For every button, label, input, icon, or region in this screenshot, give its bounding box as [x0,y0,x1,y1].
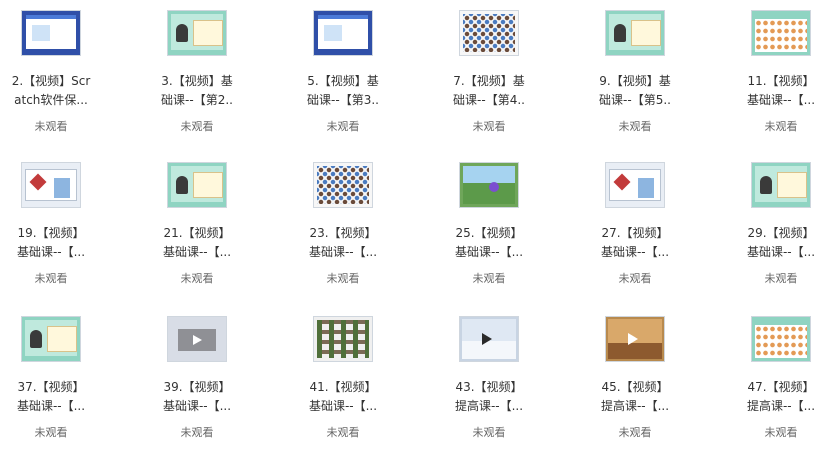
watch-status: 未观看 [764,120,798,133]
video-title[interactable]: 2.【视频】Scr atch软件保... [0,72,102,110]
video-card[interactable]: 9.【视频】基 础课--【第5.. 未观看 [584,0,704,140]
watch-status: 未观看 [34,272,68,285]
watch-status: 未观看 [472,272,506,285]
video-thumbnail[interactable] [167,162,227,208]
thumbnail-image [25,320,77,356]
video-thumbnail[interactable] [605,10,665,56]
video-thumbnail[interactable] [21,10,81,56]
watch-status: 未观看 [34,426,68,439]
thumbnail-image [608,319,662,359]
watch-status: 未观看 [472,120,506,133]
watch-status: 未观看 [326,272,360,285]
thumbnail-image [463,14,515,52]
thumbnail-image [317,166,369,204]
thumbnail-image [178,329,216,351]
thumbnail-image [171,166,223,202]
video-title[interactable]: 27.【视频】 基础课--【... [584,224,686,262]
video-card[interactable]: 23.【视频】 基础课--【... 未观看 [292,152,412,292]
thumbnail-image [171,14,223,50]
video-card[interactable]: 19.【视频】 基础课--【... 未观看 [0,152,120,292]
watch-status: 未观看 [618,120,652,133]
video-title[interactable]: 41.【视频】 基础课--【... [292,378,394,416]
watch-status: 未观看 [326,120,360,133]
thumbnail-image [317,320,369,358]
video-card[interactable]: 7.【视频】基 础课--【第4.. 未观看 [438,0,558,140]
thumbnail-image [755,19,807,52]
video-card[interactable]: 43.【视频】 提高课--【... 未观看 [438,306,558,446]
video-card[interactable]: 3.【视频】基 础课--【第2.. 未观看 [146,0,266,140]
video-card[interactable]: 5.【视频】基 础课--【第3.. 未观看 [292,0,412,140]
thumbnail-image [26,15,76,49]
thumbnail-image [462,319,516,359]
watch-status: 未观看 [764,272,798,285]
watch-status: 未观看 [618,426,652,439]
video-thumbnail[interactable] [313,10,373,56]
video-thumbnail[interactable] [459,162,519,208]
thumbnail-image [609,169,661,201]
video-thumbnail[interactable] [459,316,519,362]
video-card[interactable]: 27.【视频】 基础课--【... 未观看 [584,152,704,292]
watch-status: 未观看 [180,120,214,133]
video-card[interactable]: 45.【视频】 提高课--【... 未观看 [584,306,704,446]
video-title[interactable]: 21.【视频】 基础课--【... [146,224,248,262]
watch-status: 未观看 [764,426,798,439]
video-title[interactable]: 3.【视频】基 础课--【第2.. [146,72,248,110]
video-thumbnail[interactable] [605,162,665,208]
video-thumbnail[interactable] [605,316,665,362]
video-thumbnail[interactable] [313,162,373,208]
video-card[interactable]: 21.【视频】 基础课--【... 未观看 [146,152,266,292]
video-thumbnail[interactable] [751,162,811,208]
video-thumbnail[interactable] [313,316,373,362]
video-title[interactable]: 19.【视频】 基础课--【... [0,224,102,262]
thumbnail-image [755,166,807,202]
video-card[interactable]: 37.【视频】 基础课--【... 未观看 [0,306,120,446]
video-card[interactable]: 25.【视频】 基础课--【... 未观看 [438,152,558,292]
watch-status: 未观看 [326,426,360,439]
video-title[interactable]: 39.【视频】 基础课--【... [146,378,248,416]
video-grid: 2.【视频】Scr atch软件保... 未观看 3.【视频】基 础课--【第2..… [0,0,823,459]
video-title[interactable]: 37.【视频】 基础课--【... [0,378,102,416]
video-thumbnail[interactable] [21,316,81,362]
watch-status: 未观看 [34,120,68,133]
video-card[interactable]: 41.【视频】 基础课--【... 未观看 [292,306,412,446]
video-thumbnail[interactable] [167,316,227,362]
thumbnail-image [25,169,77,201]
video-title[interactable]: 29.【视频】 基础课--【... [730,224,823,262]
video-card[interactable]: 47.【视频】 提高课--【... 未观看 [730,306,823,446]
video-title[interactable]: 23.【视频】 基础课--【... [292,224,394,262]
watch-status: 未观看 [472,426,506,439]
video-card[interactable]: 11.【视频】 基础课--【... 未观看 [730,0,823,140]
video-thumbnail[interactable] [751,10,811,56]
video-title[interactable]: 43.【视频】 提高课--【... [438,378,540,416]
video-card[interactable]: 2.【视频】Scr atch软件保... 未观看 [0,0,120,140]
watch-status: 未观看 [618,272,652,285]
video-thumbnail[interactable] [751,316,811,362]
video-thumbnail[interactable] [459,10,519,56]
video-title[interactable]: 9.【视频】基 础课--【第5.. [584,72,686,110]
video-thumbnail[interactable] [21,162,81,208]
thumbnail-image [609,14,661,50]
watch-status: 未观看 [180,426,214,439]
video-card[interactable]: 29.【视频】 基础课--【... 未观看 [730,152,823,292]
video-title[interactable]: 7.【视频】基 础课--【第4.. [438,72,540,110]
video-thumbnail[interactable] [167,10,227,56]
video-title[interactable]: 47.【视频】 提高课--【... [730,378,823,416]
video-title[interactable]: 25.【视频】 基础课--【... [438,224,540,262]
thumbnail-image [755,325,807,358]
video-title[interactable]: 11.【视频】 基础课--【... [730,72,823,110]
thumbnail-image [318,15,368,49]
video-title[interactable]: 5.【视频】基 础课--【第3.. [292,72,394,110]
video-card[interactable]: 39.【视频】 基础课--【... 未观看 [146,306,266,446]
watch-status: 未观看 [180,272,214,285]
video-title[interactable]: 45.【视频】 提高课--【... [584,378,686,416]
thumbnail-image [463,166,515,204]
